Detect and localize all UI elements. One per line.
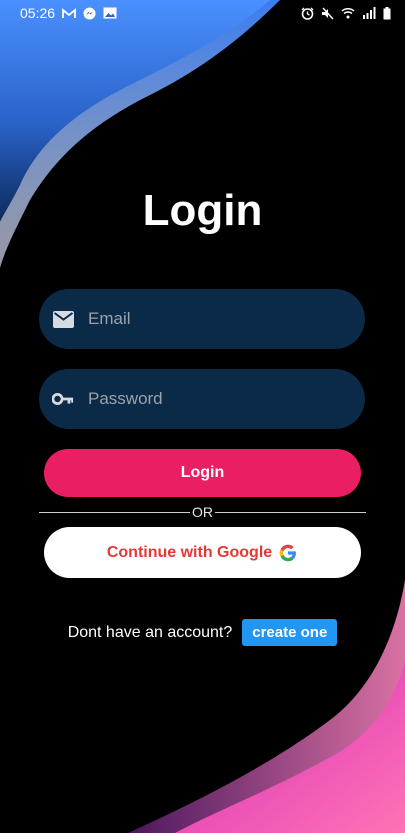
signal-icon — [362, 7, 376, 19]
gallery-icon — [103, 7, 117, 19]
divider-line-left — [39, 511, 190, 513]
divider-line-right — [215, 511, 366, 513]
email-icon — [52, 308, 74, 330]
google-icon — [278, 543, 298, 563]
google-signin-button[interactable]: Continue with Google — [44, 527, 361, 578]
login-button[interactable]: Login — [44, 449, 361, 497]
email-field[interactable] — [39, 289, 365, 349]
or-divider: OR — [39, 503, 366, 521]
wifi-icon — [341, 7, 355, 19]
key-icon — [52, 388, 74, 410]
password-input[interactable] — [86, 388, 330, 410]
mute-icon — [321, 7, 334, 20]
signup-prompt: Dont have an account? — [67, 623, 233, 641]
gmail-icon — [62, 7, 76, 19]
status-right — [301, 6, 391, 20]
password-field[interactable] — [39, 369, 365, 429]
status-bar: 05:26 — [0, 0, 405, 26]
google-button-label: Continue with Google — [106, 543, 273, 561]
status-left: 05:26 — [20, 5, 117, 21]
or-label: OR — [192, 504, 213, 520]
signup-row: Dont have an account? create one — [0, 619, 405, 646]
battery-icon — [383, 6, 391, 20]
email-input[interactable] — [86, 308, 330, 330]
create-account-button[interactable]: create one — [242, 619, 338, 646]
page-title: Login — [142, 186, 263, 235]
alarm-icon — [301, 7, 314, 20]
status-time: 05:26 — [20, 5, 56, 21]
messenger-icon — [83, 7, 96, 20]
